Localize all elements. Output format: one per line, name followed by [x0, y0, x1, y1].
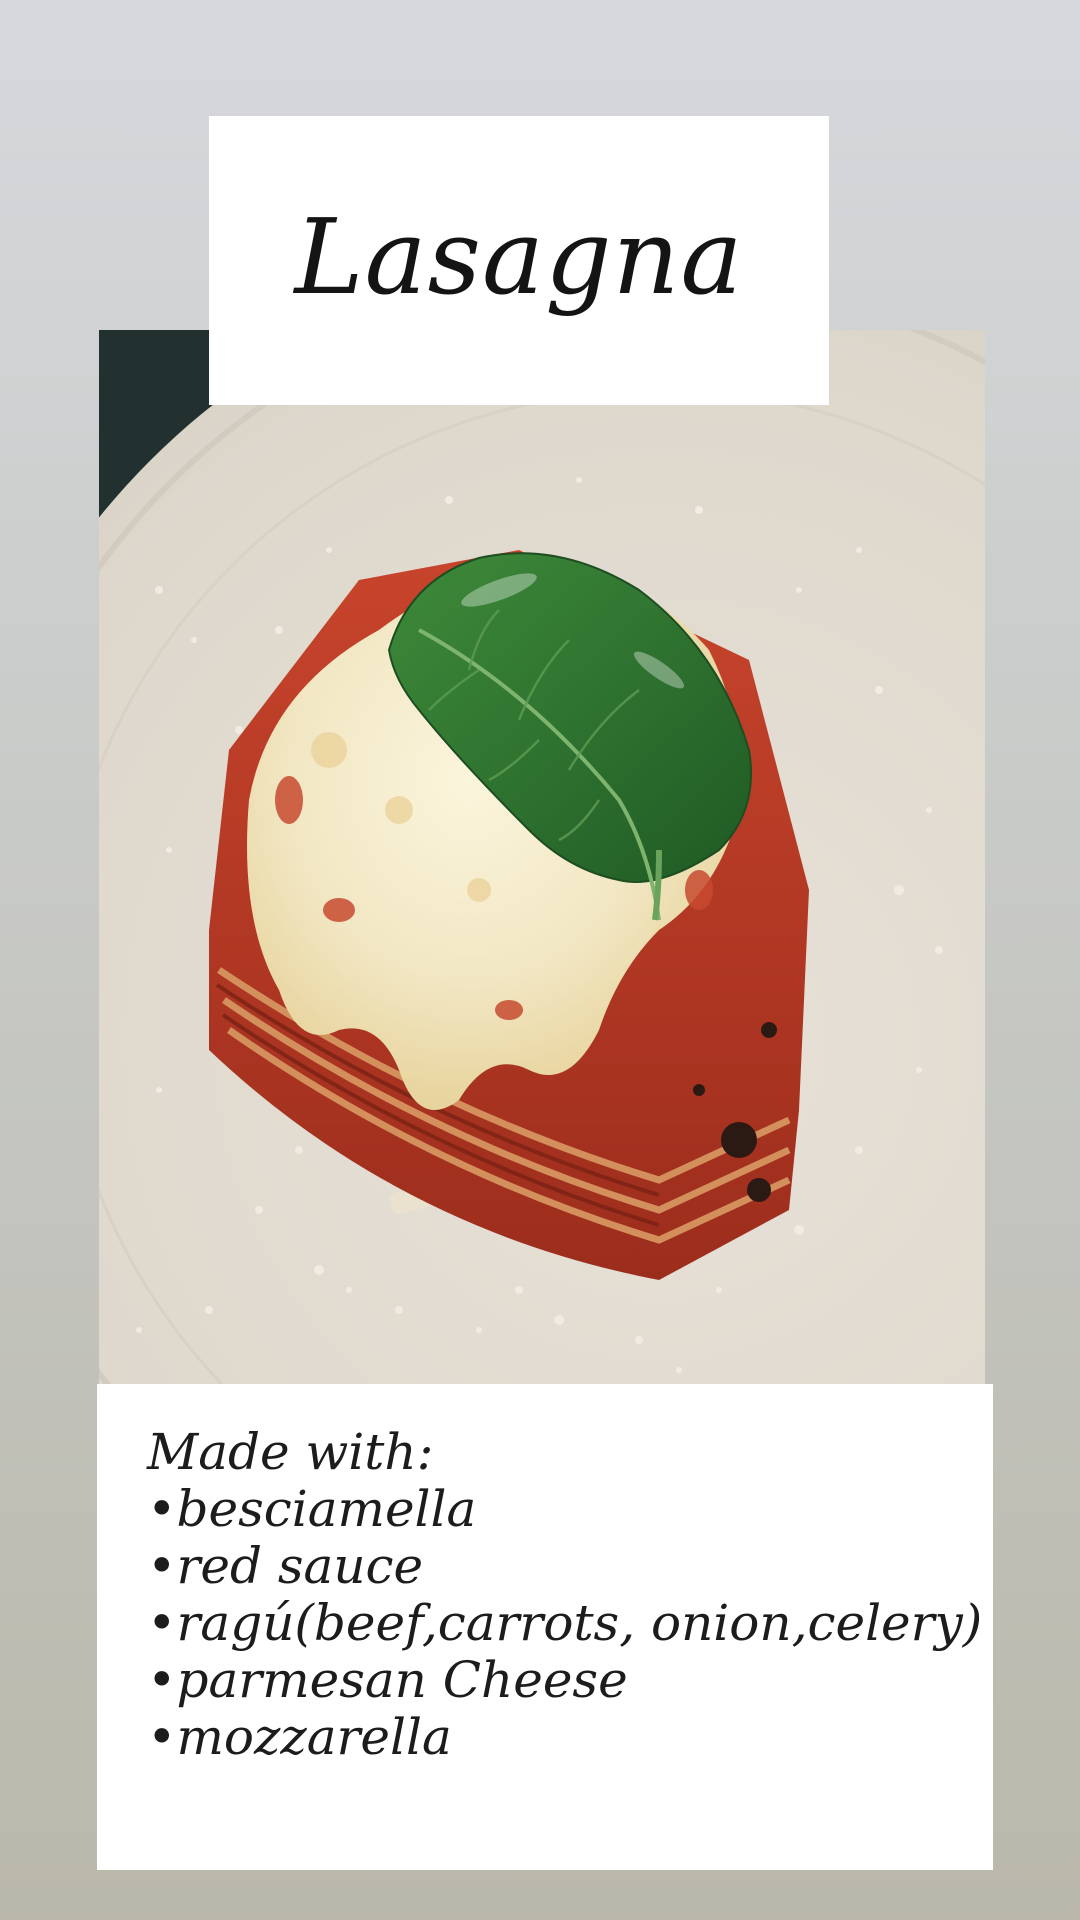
ingredients-card: Made with: •besciamella •red sauce •ragú… — [97, 1384, 993, 1870]
title-card: Lasagna — [209, 116, 829, 405]
ingredient-item: •besciamella — [147, 1480, 477, 1538]
ingredient-item: •parmesan Cheese — [147, 1651, 628, 1709]
lasagna-illustration — [99, 330, 985, 1384]
ingredients-list: Made with: •besciamella •red sauce •ragú… — [147, 1424, 982, 1766]
ingredient-item: •ragú(beef,carrots, onion,celery) — [147, 1594, 983, 1652]
ingredient-item: •red sauce — [147, 1537, 424, 1595]
ingredients-heading: Made with: — [147, 1423, 434, 1481]
dish-title: Lasagna — [294, 195, 744, 318]
lasagna-photo — [99, 330, 985, 1384]
ingredient-item: •mozzarella — [147, 1708, 452, 1766]
